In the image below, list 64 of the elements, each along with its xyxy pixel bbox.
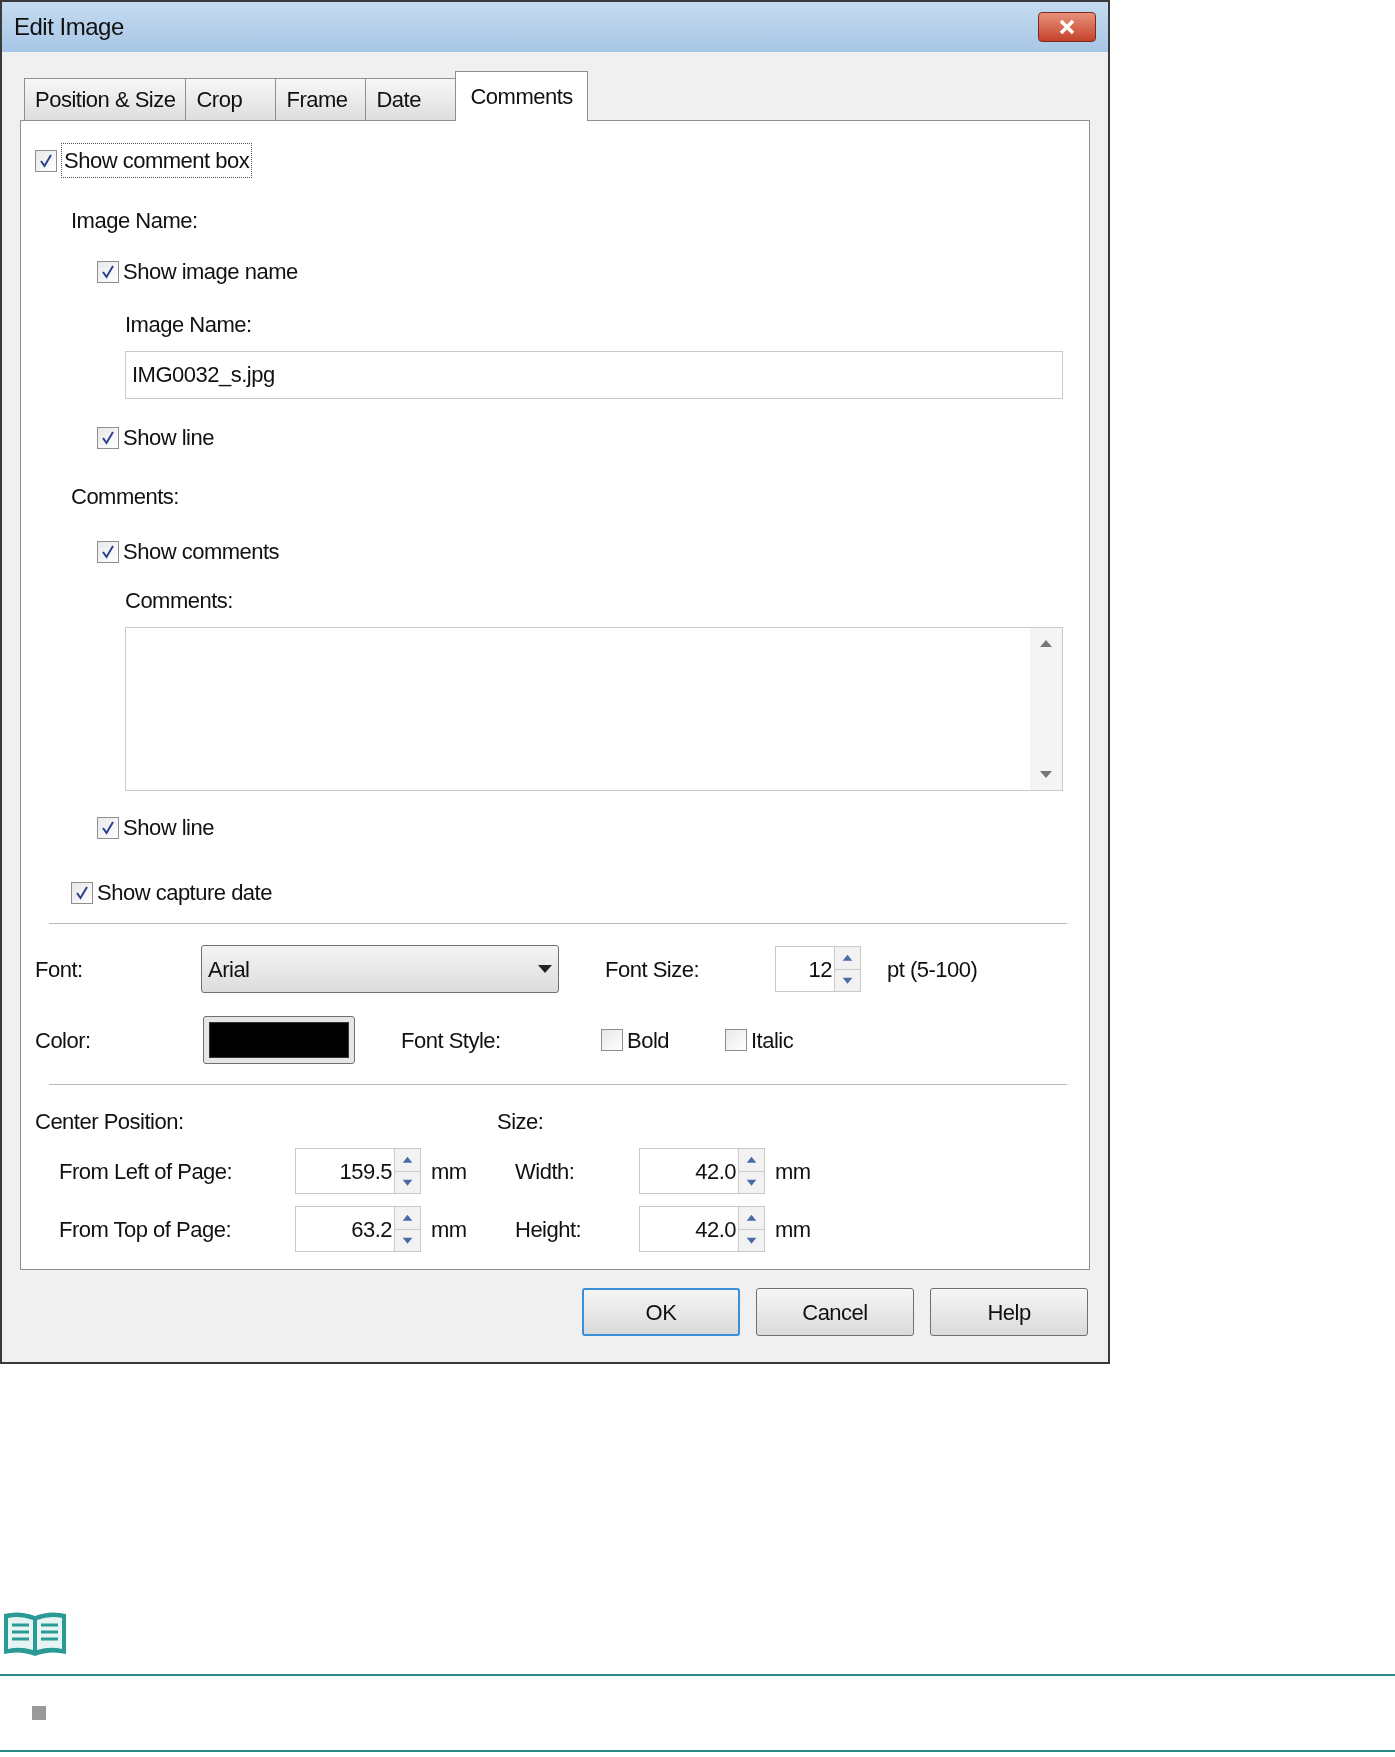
- checkbox[interactable]: [97, 540, 119, 563]
- checkmark-icon: [39, 153, 53, 168]
- scrollbar[interactable]: [1030, 628, 1062, 790]
- unit-label: mm: [775, 1157, 811, 1186]
- spin-field[interactable]: 12: [775, 946, 861, 992]
- tab[interactable]: Position & Size: [24, 78, 186, 120]
- field-label: From Left of Page:: [59, 1157, 234, 1186]
- dialog-button[interactable]: Cancel: [756, 1288, 914, 1336]
- checkmark-icon: [101, 264, 115, 279]
- checkbox[interactable]: [71, 881, 93, 904]
- range-label: pt (5-100): [887, 955, 978, 984]
- spin-field[interactable]: 42.0: [639, 1206, 765, 1252]
- scroll-up-icon[interactable]: [1039, 638, 1053, 648]
- field-label: Height:: [515, 1215, 583, 1244]
- checkbox[interactable]: [725, 1029, 747, 1051]
- checkbox[interactable]: [97, 816, 119, 839]
- checkbox-label: Show capture date: [97, 879, 272, 907]
- checkbox[interactable]: [35, 149, 57, 172]
- spin-field[interactable]: 63.2: [295, 1206, 421, 1252]
- color-button[interactable]: [203, 1016, 355, 1064]
- tab[interactable]: Frame: [275, 78, 366, 120]
- checkbox-label: Show comments: [123, 538, 280, 566]
- tab[interactable]: Comments: [455, 71, 588, 121]
- checkbox-label: Show line: [123, 424, 214, 452]
- checkbox[interactable]: [601, 1029, 623, 1051]
- checkbox-label: Show comment box: [61, 143, 253, 178]
- field-label: From Top of Page:: [59, 1215, 233, 1244]
- spin-field[interactable]: 159.5: [295, 1148, 421, 1194]
- checkbox-label: Show image name: [123, 258, 298, 286]
- tab[interactable]: Crop: [185, 78, 276, 120]
- dialog-button[interactable]: OK: [582, 1288, 740, 1336]
- section-heading: Comments:: [71, 484, 179, 509]
- unit-label: mm: [775, 1215, 811, 1244]
- spin-field[interactable]: 42.0: [639, 1148, 765, 1194]
- field-label: Comments:: [125, 588, 233, 613]
- field-label: Image Name:: [125, 312, 252, 337]
- font-dropdown[interactable]: Arial: [201, 945, 559, 993]
- checkmark-icon: [101, 430, 115, 445]
- checkbox-label: Bold: [627, 1026, 670, 1055]
- section-heading: Center Position:: [35, 1108, 184, 1136]
- section-heading: Size:: [497, 1108, 544, 1136]
- dialog-button[interactable]: Help: [930, 1288, 1088, 1336]
- unit-label: mm: [431, 1157, 467, 1186]
- scroll-down-icon[interactable]: [1039, 770, 1053, 780]
- checkmark-icon: [101, 544, 115, 559]
- unit-label: mm: [431, 1215, 467, 1244]
- bullet-icon: [32, 1706, 46, 1720]
- checkmark-icon: [75, 885, 89, 900]
- dropdown-arrow-icon: [538, 965, 552, 973]
- field-label: Font:: [35, 955, 84, 984]
- window-title: Edit Image: [14, 12, 124, 42]
- checkbox-label: Italic: [751, 1026, 794, 1055]
- checkbox-label: Show line: [123, 814, 214, 842]
- field-label: Font Style:: [401, 1026, 502, 1055]
- checkbox[interactable]: [97, 260, 119, 283]
- checkmark-icon: [101, 820, 115, 835]
- tab[interactable]: Date: [365, 78, 456, 120]
- field-label: Color:: [35, 1026, 92, 1055]
- image-name-field[interactable]: IMG0032_s.jpg: [125, 351, 1063, 399]
- checkbox[interactable]: [97, 426, 119, 449]
- close-button[interactable]: [1038, 12, 1096, 42]
- section-heading: Image Name:: [71, 208, 198, 233]
- field-label: Width:: [515, 1157, 576, 1186]
- field-label: Font Size:: [605, 955, 701, 984]
